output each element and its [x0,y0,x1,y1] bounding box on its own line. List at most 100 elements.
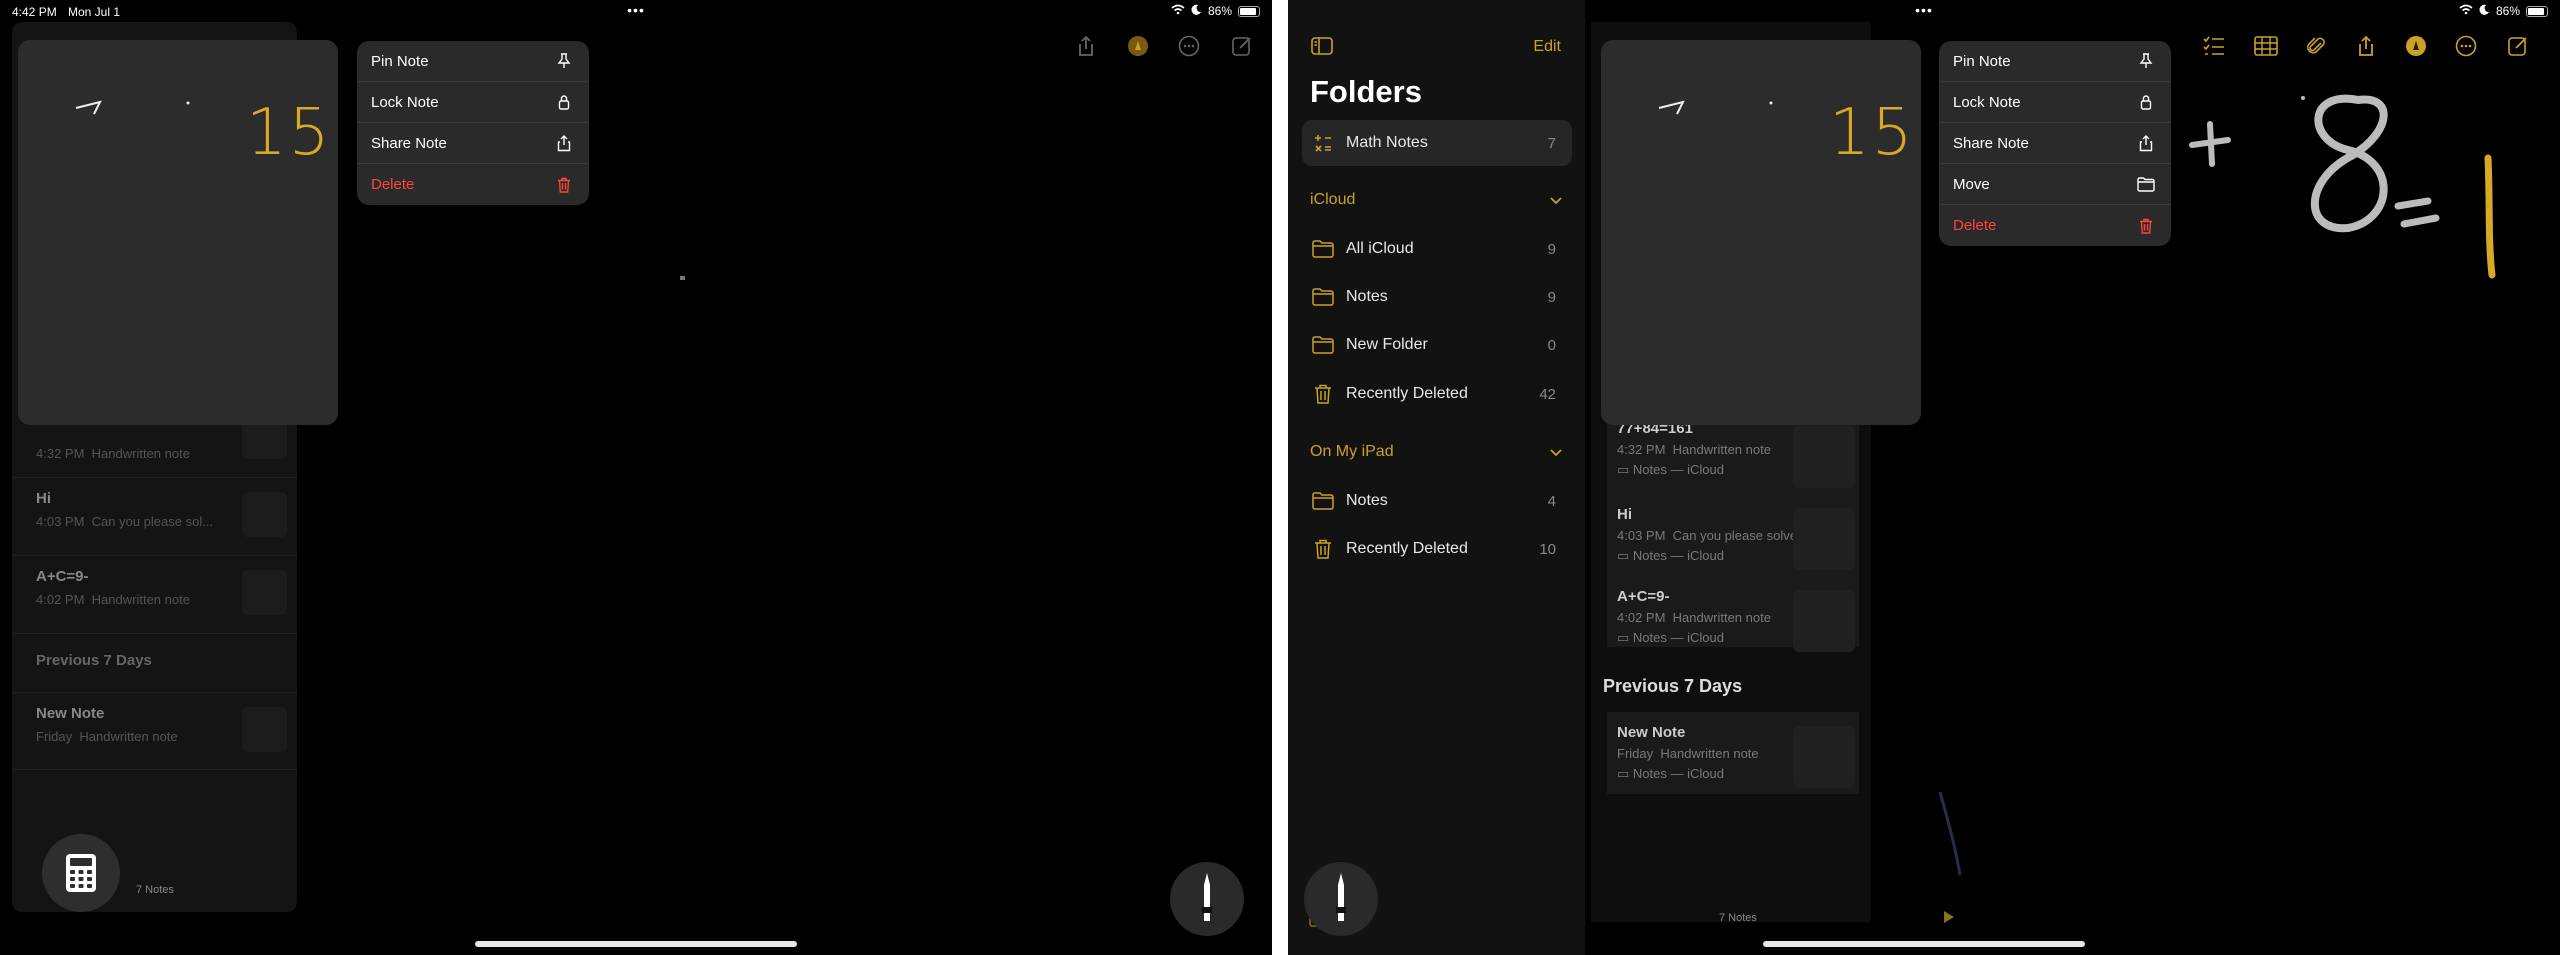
note-time: 4:02 PM [1617,610,1666,625]
canvas-mark [680,276,685,280]
section-previous-7-days: Previous 7 Days [1603,676,1743,696]
menu-label: Share Note [371,134,447,152]
folder-name: Math Notes [1346,134,1428,151]
note-title: A+C=9- [1617,588,1670,605]
folder-icon [1312,334,1334,356]
folders-sidebar: Edit Folders Math Notes 7 iCloud All iCl… [1288,0,1585,955]
folder-name: Recently Deleted [1346,540,1468,557]
menu-move[interactable]: Move [1939,164,2171,205]
menu-delete[interactable]: Delete [357,164,589,205]
sidebar-toggle-icon[interactable] [1310,34,1334,58]
note-row[interactable]: Hi 4:03 PM Can you please solve... ▭ Not… [1607,498,1871,580]
note-preview: Can you please solve... [1672,528,1808,543]
folder-new-folder[interactable]: New Folder 0 [1302,322,1572,368]
note-thumbnail [242,570,287,615]
folder-count: 4 [1547,492,1556,510]
more-options-icon[interactable] [2454,34,2478,58]
note-preview-card[interactable]: 15 [1601,40,1921,425]
context-menu: Pin Note Lock Note Share Note Delete [357,41,589,205]
menu-share-note[interactable]: Share Note [1939,123,2171,164]
note-title: New Note [1617,724,1686,741]
note-thumbnail [242,492,287,537]
edit-button[interactable]: Edit [1533,38,1561,56]
battery-icon [1238,5,1260,17]
note-row[interactable]: A+C=9- 4:02 PM Handwritten note [12,556,297,634]
menu-pin-note[interactable]: Pin Note [357,41,589,82]
note-row[interactable]: A+C=9- 4:02 PM Handwritten note ▭ Notes … [1607,580,1871,662]
menu-share-note[interactable]: Share Note [357,123,589,164]
note-preview-card[interactable]: 15 [18,40,338,425]
ipad-section-header[interactable]: On My iPad [1310,443,1394,461]
markup-pen-icon[interactable] [2404,34,2428,58]
folder-notes-ipad[interactable]: Notes 4 [1302,478,1572,524]
note-row[interactable]: 77+84=161 4:32 PM Handwritten note ▭ Not… [1607,416,1871,498]
menu-delete[interactable]: Delete [1939,205,2171,246]
menu-label: Move [1953,175,1990,193]
folder-all-icloud[interactable]: All iCloud 9 [1302,226,1572,272]
folder-count: 10 [1539,540,1556,558]
menu-lock-note[interactable]: Lock Note [1939,82,2171,123]
note-title: A+C=9- [36,568,89,585]
note-time: 4:32 PM [1617,442,1666,457]
lock-icon [2137,93,2155,111]
moon-icon [1191,4,1202,18]
menu-lock-note[interactable]: Lock Note [357,82,589,123]
folder-icon: ▭ [1617,630,1630,645]
folder-icon [1312,490,1334,512]
note-thumbnail [242,707,287,752]
calculator-button[interactable] [42,834,120,912]
menu-label: Share Note [1953,134,2029,152]
trash-icon [2137,217,2155,235]
share-toolbar-icon[interactable] [2354,34,2378,58]
folder-notes-icloud[interactable]: Notes 9 [1302,274,1572,320]
share-icon [2137,134,2155,152]
folder-name: Notes [1346,288,1388,305]
multitask-dots[interactable]: ••• [1915,2,1933,18]
folder-name: Recently Deleted [1346,385,1468,402]
table-icon[interactable] [2254,34,2278,58]
chevron-down-icon[interactable] [1549,194,1563,208]
calculated-result: 15 [1829,96,1915,170]
note-time: 4:03 PM [1617,528,1666,543]
markup-pen-icon[interactable] [1126,34,1150,58]
math-notes-icon [1312,132,1334,154]
play-marker-icon[interactable] [1942,910,1956,924]
note-preview: Handwritten note [79,729,178,744]
note-row[interactable]: Hi 4:03 PM Can you please sol... [12,478,297,556]
status-time: 4:42 PM [12,5,57,19]
handwriting-canvas[interactable] [2188,80,2558,300]
menu-pin-note[interactable]: Pin Note [1939,41,2171,82]
note-row[interactable]: New Note Friday Handwritten note ▭ Notes… [1607,722,1871,804]
home-indicator[interactable] [475,941,797,947]
folder-recently-deleted-icloud[interactable]: Recently Deleted 42 [1302,371,1572,417]
note-title: Hi [36,490,51,507]
pencil-tool-button[interactable] [1304,862,1378,936]
folder-math-notes[interactable]: Math Notes 7 [1302,120,1572,166]
trash-icon [1312,538,1334,560]
note-row[interactable]: New Note Friday Handwritten note [12,692,297,770]
folder-icon: ▭ [1617,548,1630,563]
folder-count: 7 [1547,134,1556,152]
multitask-dots[interactable]: ••• [627,2,645,18]
note-title: New Note [36,705,105,722]
compose-icon[interactable] [2506,34,2530,58]
paperclip-icon[interactable] [2304,34,2328,58]
menu-label: Pin Note [371,52,429,70]
chevron-down-icon[interactable] [1549,446,1563,460]
status-bar: 4:42 PM Mon Jul 1 ••• 86% [0,0,1272,22]
menu-label: Lock Note [1953,93,2021,111]
more-options-icon[interactable] [1177,34,1201,58]
folder-count: 9 [1547,288,1556,306]
note-thumbnail [1793,508,1855,570]
folder-name: Notes [1346,492,1388,509]
pencil-tool-button[interactable] [1170,862,1244,936]
folder-recently-deleted-ipad[interactable]: Recently Deleted 10 [1302,526,1572,572]
pin-icon [2137,52,2155,70]
icloud-section-header[interactable]: iCloud [1310,191,1355,209]
checklist-icon[interactable] [2202,34,2226,58]
compose-icon[interactable] [1230,34,1254,58]
home-indicator[interactable] [1763,941,2085,947]
calculator-icon [66,854,96,892]
share-toolbar-icon[interactable] [1074,34,1098,58]
section-previous-7-days: Previous 7 Days [36,652,152,669]
